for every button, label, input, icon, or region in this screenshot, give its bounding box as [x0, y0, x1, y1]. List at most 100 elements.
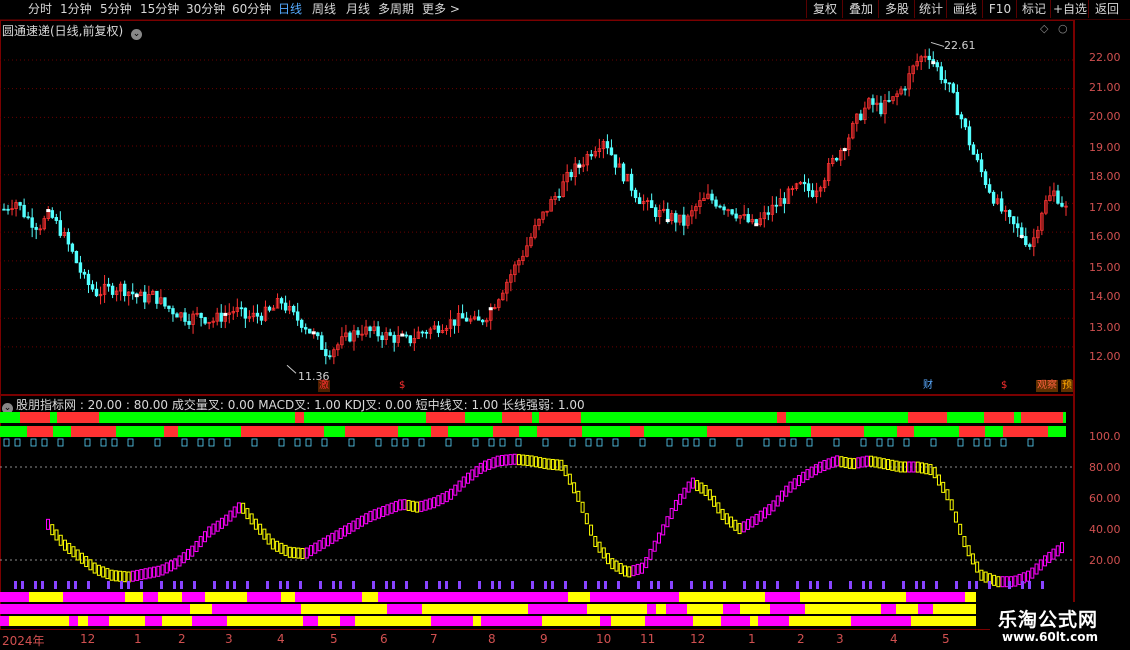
event-mark[interactable]: 预	[1061, 380, 1073, 392]
status-strip-cell	[617, 412, 651, 423]
volume-mark	[955, 581, 958, 589]
bottom-strip-cell	[83, 604, 124, 614]
tab-weekly[interactable]: 周线	[312, 1, 336, 17]
tab-monthly[interactable]: 月线	[346, 1, 370, 17]
indicator-bar	[673, 499, 678, 511]
volume-mark	[107, 581, 110, 589]
y-tick: 100.0	[1089, 430, 1121, 443]
tab-1min[interactable]: 1分钟	[60, 1, 92, 17]
tab-60min[interactable]: 60分钟	[232, 1, 271, 17]
f10-button[interactable]: F10	[982, 0, 1017, 18]
volume-mark	[849, 581, 852, 589]
bottom-strip-cell	[645, 616, 670, 626]
candle-body	[903, 88, 907, 91]
tab-fenshi[interactable]: 分时	[28, 1, 52, 17]
status-strip-cell	[581, 412, 598, 423]
event-mark[interactable]: 观察	[1036, 380, 1058, 392]
high-price-label: 22.61	[944, 39, 976, 52]
indicator-bar	[542, 457, 547, 469]
bottom-strip-cell	[918, 604, 933, 614]
volume-mark	[491, 581, 494, 589]
signal-tick	[1027, 438, 1034, 447]
event-mark[interactable]: $	[1000, 380, 1008, 392]
indicator-bar	[432, 497, 437, 509]
candle-body	[18, 202, 22, 206]
tab-15min[interactable]: 15分钟	[140, 1, 179, 17]
indicator-bar	[992, 574, 997, 586]
indicator-bar	[911, 461, 916, 473]
bottom-strip-cell	[473, 616, 481, 626]
event-mark[interactable]: 激	[318, 380, 330, 392]
bottom-strip-cell	[906, 592, 937, 602]
event-mark[interactable]: $	[398, 380, 406, 392]
indicator-bar	[224, 514, 229, 526]
indicator-bar	[707, 489, 712, 501]
indicator-bar	[695, 480, 700, 492]
indicator-bar	[648, 548, 653, 560]
candle-body	[637, 197, 642, 205]
bottom-strip-cell	[124, 604, 155, 614]
indicator-bar	[839, 456, 844, 468]
status-strip-cell	[754, 426, 762, 437]
candle-body	[308, 328, 312, 334]
indicator-bar	[792, 478, 797, 490]
bottom-strip-cell	[937, 592, 956, 602]
bottom-strip-cell	[281, 592, 295, 602]
x-label: 7	[430, 632, 438, 646]
tab-daily[interactable]: 日线	[278, 1, 302, 17]
bottom-strip-cell	[29, 592, 53, 602]
event-mark[interactable]: 财	[922, 380, 934, 392]
add-watchlist-button[interactable]: +自选	[1050, 0, 1089, 18]
status-strip-cell	[932, 426, 959, 437]
status-strip-cell	[53, 426, 71, 437]
stats-button[interactable]: 统计	[914, 0, 947, 18]
adjust-button[interactable]: 复权	[806, 0, 843, 18]
bottom-strip-cell	[158, 592, 182, 602]
status-strip-cell	[149, 426, 164, 437]
bottom-strip-cell	[245, 604, 272, 614]
indicator-bar	[686, 481, 691, 493]
indicator-bar	[245, 508, 250, 520]
indicator-bar	[355, 518, 360, 530]
indicator-bar	[1013, 575, 1018, 587]
candle-body	[999, 198, 1004, 212]
indicator-bar	[1026, 570, 1031, 582]
indicator-bar	[1000, 576, 1005, 588]
indicator-bar	[796, 475, 801, 487]
indicator-bar	[758, 510, 763, 522]
status-strip-cell	[532, 412, 539, 423]
indicator-bar	[936, 474, 941, 486]
overlay-button[interactable]: 叠加	[842, 0, 879, 18]
indicator-bar	[953, 511, 958, 523]
bottom-strip-cell	[721, 616, 750, 626]
signal-tick	[375, 438, 382, 447]
volume-mark	[34, 581, 37, 589]
tab-5min[interactable]: 5分钟	[100, 1, 132, 17]
volume-mark	[226, 581, 229, 589]
indicator-chart[interactable]	[0, 408, 1074, 630]
indicator-bar	[665, 516, 670, 528]
tab-30min[interactable]: 30分钟	[186, 1, 225, 17]
indicator-bar	[826, 458, 831, 470]
draw-line-button[interactable]: 画线	[946, 0, 983, 18]
bottom-strip-cell	[943, 616, 967, 626]
price-marker	[665, 219, 670, 223]
candle-body	[356, 330, 360, 335]
indicator-bar	[754, 513, 759, 525]
volume-mark	[279, 581, 282, 589]
status-strip-cell	[964, 412, 984, 423]
candle-body	[279, 298, 284, 304]
tab-more[interactable]: 更多 >	[422, 1, 460, 17]
bottom-strip-cell	[737, 592, 749, 602]
mark-button[interactable]: 标记	[1016, 0, 1051, 18]
tab-multi-period[interactable]: 多周期	[378, 1, 414, 17]
candlestick-chart[interactable]	[0, 20, 1074, 395]
indicator-bar	[232, 506, 237, 518]
signal-tick	[903, 438, 910, 447]
candle-body	[299, 319, 304, 328]
bottom-strip-cell	[800, 592, 838, 602]
back-button[interactable]: 返回	[1088, 0, 1125, 18]
y-tick: 40.00	[1089, 523, 1121, 536]
multi-stock-button[interactable]: 多股	[878, 0, 915, 18]
indicator-bar	[410, 500, 415, 512]
